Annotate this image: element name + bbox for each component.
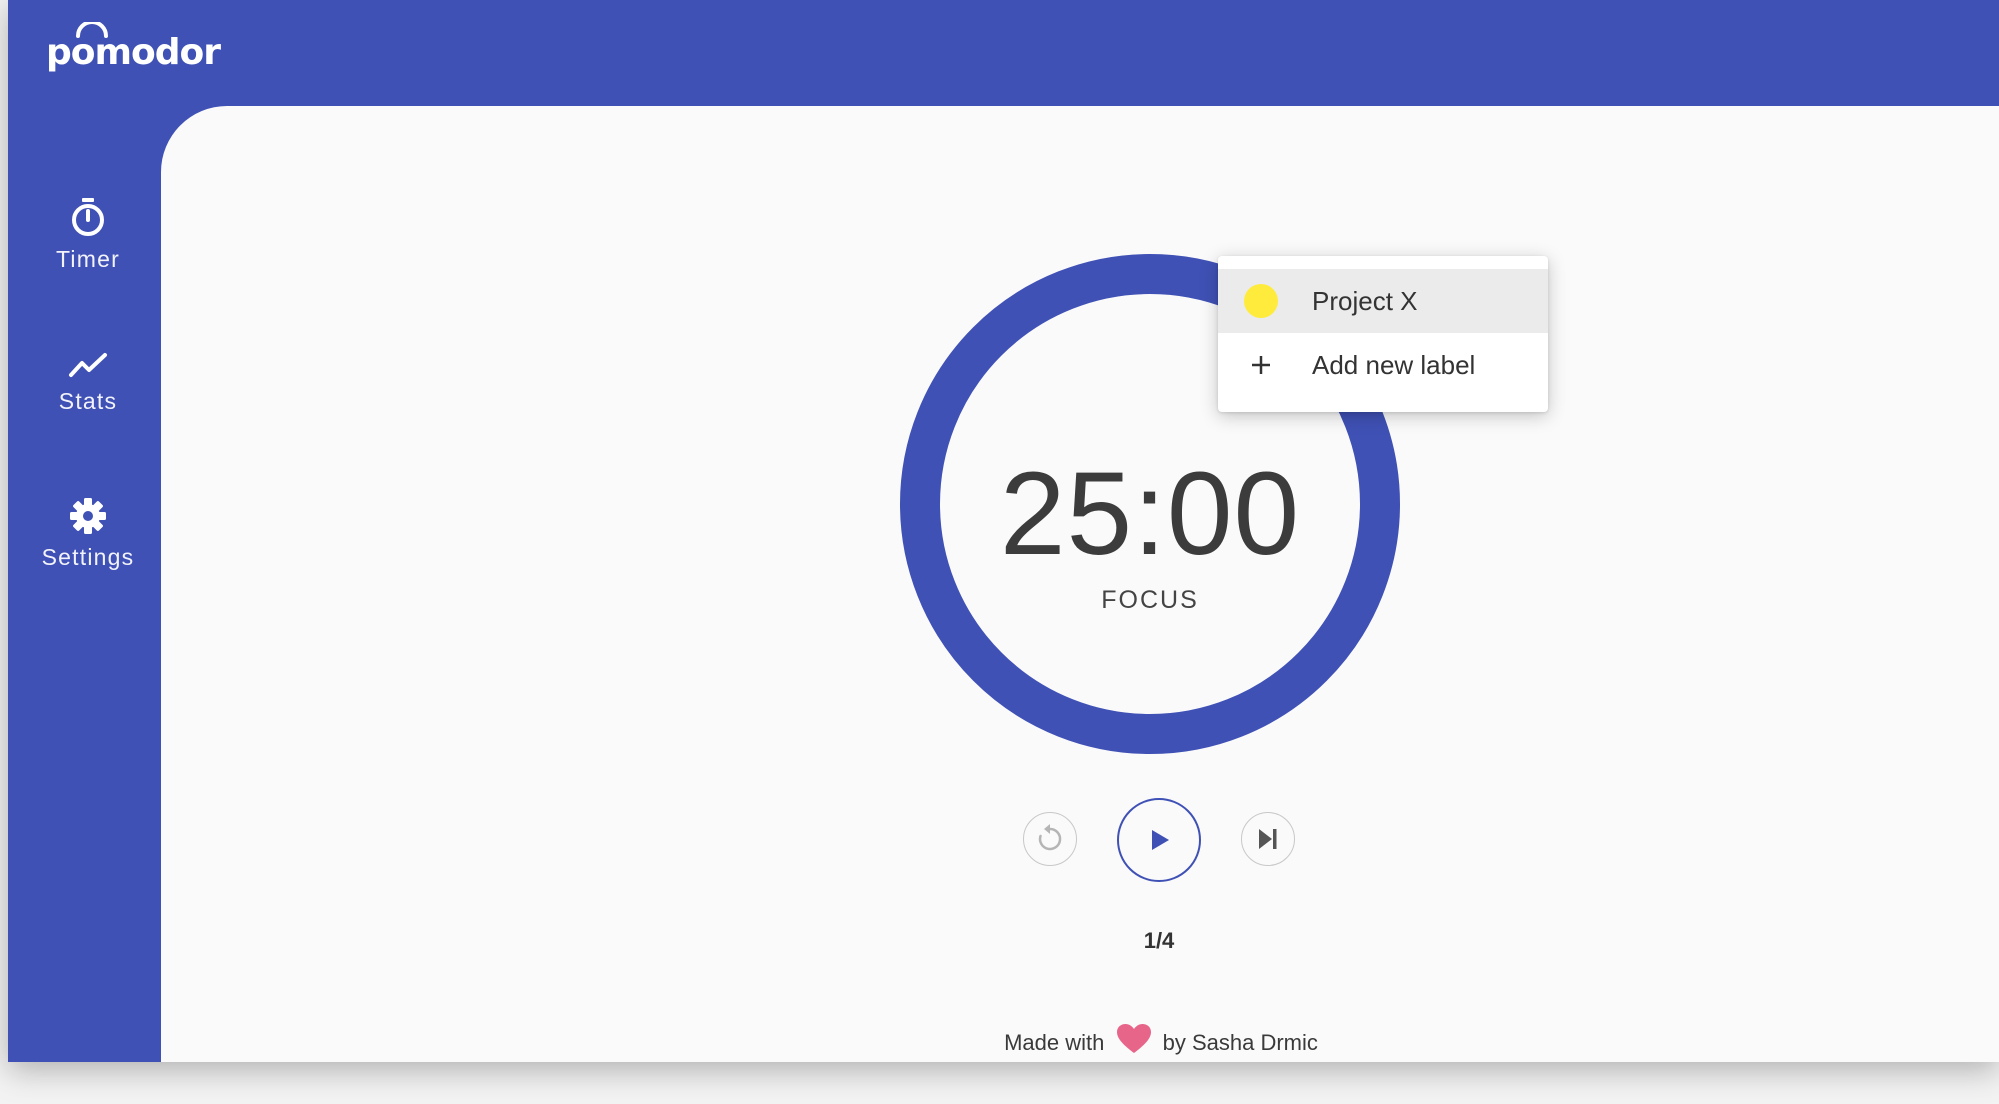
add-new-label-option[interactable]: Add new label xyxy=(1218,333,1548,397)
gear-icon xyxy=(70,498,106,534)
sidebar-item-settings[interactable]: Settings xyxy=(8,496,168,571)
add-new-label-text: Add new label xyxy=(1312,349,1476,380)
plus-icon xyxy=(1244,348,1278,382)
sidebar-item-label: Timer xyxy=(56,246,120,272)
round-counter: 1/4 xyxy=(1143,928,1175,953)
label-dropdown-menu: Project X Add new label xyxy=(1218,256,1548,412)
main-content: 25:00 FOCUS 1/4 Made with by Sasha Drmic… xyxy=(161,106,1999,1062)
footer-author[interactable]: by Sasha Drmic xyxy=(1163,1030,1318,1055)
label-option-text: Project X xyxy=(1312,285,1418,316)
footer: Made with by Sasha Drmic xyxy=(851,1024,1471,1056)
play-button[interactable] xyxy=(1117,798,1201,882)
sidebar-item-label: Stats xyxy=(58,388,118,414)
play-icon xyxy=(1152,830,1169,850)
sidebar-item-label: Settings xyxy=(41,544,135,570)
logo[interactable]: pomodor xyxy=(46,22,221,82)
sidebar-item-stats[interactable]: Stats xyxy=(8,350,168,415)
stopwatch-icon xyxy=(72,198,104,236)
label-option-project-x[interactable]: Project X xyxy=(1218,269,1548,333)
heart-icon xyxy=(1116,1024,1151,1053)
sidebar-item-timer[interactable]: Timer xyxy=(8,196,168,273)
logo-text: pomodor xyxy=(46,32,221,73)
reset-button[interactable] xyxy=(1023,812,1077,866)
trend-line-icon xyxy=(69,353,107,377)
label-color-dot xyxy=(1244,284,1278,318)
skip-button[interactable] xyxy=(1241,812,1295,866)
footer-made-with: Made with xyxy=(1004,1030,1105,1055)
timer-display: 25:00 xyxy=(999,448,1301,580)
timer-mode-label: FOCUS xyxy=(1101,586,1199,614)
restart-icon xyxy=(1038,824,1062,851)
app-window: pomodor Timer Stats Settings 25:00 FOCUS… xyxy=(8,0,1999,1062)
skip-next-icon xyxy=(1259,829,1277,849)
